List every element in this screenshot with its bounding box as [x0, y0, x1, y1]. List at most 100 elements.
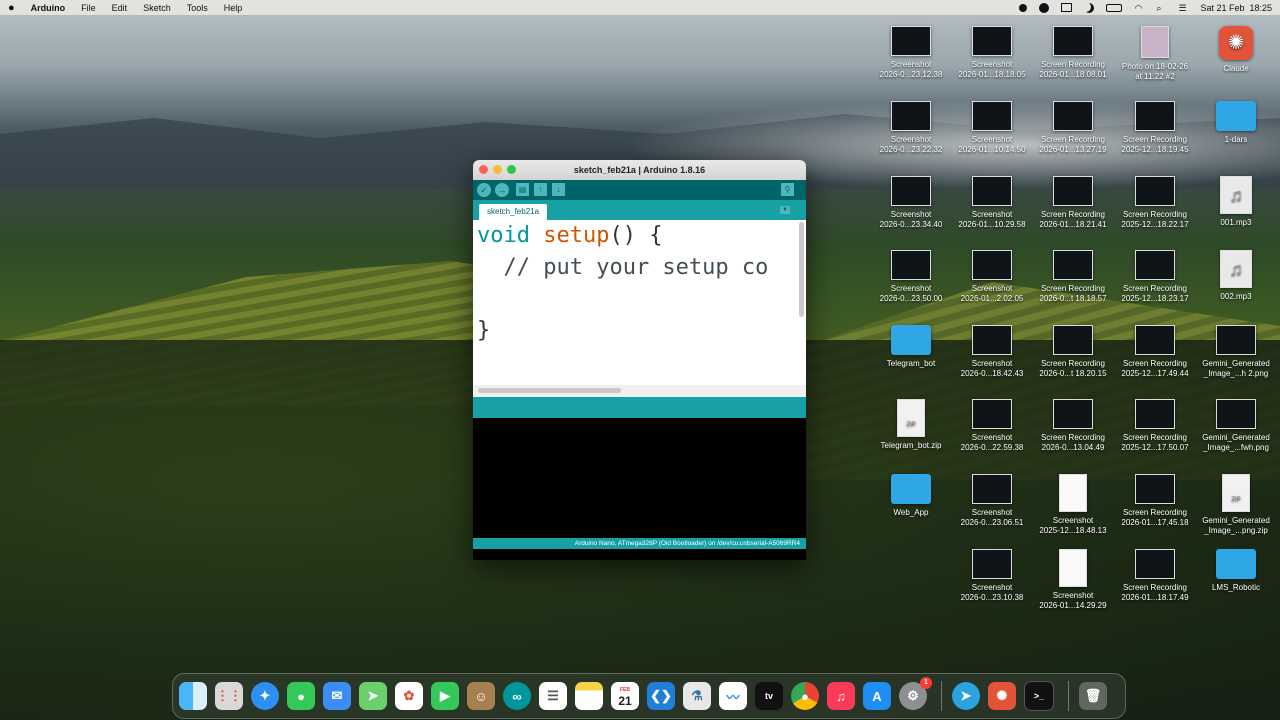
- moon-icon[interactable]: [1084, 3, 1094, 13]
- battery-icon[interactable]: [1106, 3, 1123, 12]
- system-settings-icon[interactable]: ⚙ 1: [899, 677, 932, 710]
- desktop-file-icon[interactable]: Screen Recording 2026-0...13.04.49: [1033, 399, 1113, 453]
- facetime-icon[interactable]: ▶: [431, 682, 459, 710]
- desktop-file-icon[interactable]: Screenshot 2026-0...18.42.43: [952, 325, 1032, 379]
- file-name: Screenshot: [971, 508, 1013, 517]
- verify-button[interactable]: ✓: [477, 183, 491, 197]
- desktop-file-icon[interactable]: Screenshot 2026-01...10.29.58: [952, 176, 1032, 230]
- photos-icon[interactable]: ✿: [395, 682, 423, 710]
- app-store-icon[interactable]: A: [863, 682, 891, 710]
- desktop-file-icon[interactable]: Web_App: [871, 474, 951, 518]
- desktop-file-icon[interactable]: ✺ Claude: [1196, 26, 1276, 74]
- mail-icon[interactable]: ✉: [323, 682, 351, 710]
- menu-file[interactable]: File: [73, 3, 104, 13]
- desktop-file-icon[interactable]: LMS_Robotic: [1196, 549, 1276, 593]
- file-thumbnail-icon: [1053, 325, 1093, 355]
- desktop-file-icon[interactable]: Gemini_Generated _Image_...h 2.png: [1196, 325, 1276, 379]
- desktop-file-icon[interactable]: Screenshot 2026-0...23.22.32: [871, 101, 951, 155]
- window-titlebar[interactable]: sketch_feb21a | Arduino 1.8.16: [473, 160, 806, 180]
- app-menu[interactable]: Arduino: [23, 3, 74, 13]
- zoom-button[interactable]: [507, 165, 516, 174]
- desktop-file-icon[interactable]: Screen Recording 2025-12...18.19.45: [1115, 101, 1195, 155]
- desktop-file-icon[interactable]: Screen Recording 2026-01...18.17.49: [1115, 549, 1195, 603]
- control-center-icon[interactable]: ☰: [1178, 3, 1188, 13]
- trash-icon[interactable]: 🗑: [1079, 682, 1107, 710]
- desktop-file-icon[interactable]: ZIP Telegram_bot.zip: [871, 399, 951, 451]
- tab-menu-button[interactable]: ▼: [780, 206, 790, 214]
- chrome-icon[interactable]: ●: [791, 682, 819, 710]
- desktop-file-icon[interactable]: Screen Recording 2026-01...18.08.01: [1033, 26, 1113, 80]
- desktop-file-icon[interactable]: Screenshot 2026-0...23.34.40: [871, 176, 951, 230]
- desktop-file-icon[interactable]: Screenshot 2026-0...23.50.00: [871, 250, 951, 304]
- desktop-file-icon[interactable]: Screenshot 2026-0...23.10.38: [952, 549, 1032, 603]
- python-icon[interactable]: ⚗: [683, 682, 711, 710]
- menubar-clock[interactable]: Sat 21 Feb 18:25: [1200, 3, 1272, 13]
- search-icon[interactable]: ⌕: [1156, 3, 1166, 13]
- reminders-icon[interactable]: ☰: [539, 682, 567, 710]
- desktop-file-icon[interactable]: Screenshot 2026-01...14.29.29: [1033, 549, 1113, 611]
- music-icon[interactable]: ♫: [827, 682, 855, 710]
- open-sketch-button[interactable]: ↑: [534, 183, 547, 196]
- file-name: Screenshot: [1052, 516, 1094, 525]
- desktop-file-icon[interactable]: Photo on 18-02-26 at 11.22 #2: [1115, 26, 1195, 82]
- horizontal-scroll-thumb[interactable]: [478, 388, 621, 393]
- screen-mirror-icon[interactable]: [1061, 3, 1073, 12]
- terminal-icon[interactable]: >_: [1024, 681, 1054, 711]
- messages-icon[interactable]: ●: [287, 682, 315, 710]
- desktop-file-icon[interactable]: Screen Recording 2025-12...17.49.44: [1115, 325, 1195, 379]
- safari-icon[interactable]: ✦: [251, 682, 279, 710]
- console-output[interactable]: [473, 418, 806, 538]
- launchpad-icon[interactable]: ⋮⋮: [215, 682, 243, 710]
- desktop-file-icon[interactable]: Screen Recording 2025-12...18.22.17: [1115, 176, 1195, 230]
- desktop-file-icon[interactable]: Screenshot 2026-01...2.02.05: [952, 250, 1032, 304]
- maps-icon[interactable]: ➤: [359, 682, 387, 710]
- freeform-icon[interactable]: 〰: [719, 682, 747, 710]
- desktop-file-icon[interactable]: Screenshot 2026-0...23.06.51: [952, 474, 1032, 528]
- desktop-file-icon[interactable]: Screenshot 2026-01...18.18.05: [952, 26, 1032, 80]
- editor-horizontal-scrollbar[interactable]: [473, 385, 806, 397]
- menu-tools[interactable]: Tools: [179, 3, 216, 13]
- calendar-icon[interactable]: FEB 21: [611, 682, 639, 710]
- menu-edit[interactable]: Edit: [104, 3, 136, 13]
- record-icon[interactable]: [1019, 3, 1028, 12]
- desktop-file-icon[interactable]: Screen Recording 2026-01...13.27.19: [1033, 101, 1113, 155]
- desktop-file-icon[interactable]: ♫ 001.mp3: [1196, 176, 1276, 228]
- menu-sketch[interactable]: Sketch: [135, 3, 179, 13]
- desktop-file-icon[interactable]: Screen Recording 2026-01...18.21.41: [1033, 176, 1113, 230]
- wifi-icon[interactable]: ◠: [1134, 3, 1144, 13]
- desktop-file-icon[interactable]: 1-dars: [1196, 101, 1276, 145]
- tab-sketch[interactable]: sketch_feb21a: [479, 204, 548, 220]
- desktop-file-icon[interactable]: Telegram_bot: [871, 325, 951, 369]
- desktop-file-icon[interactable]: Gemini_Generated _Image_...fwh.png: [1196, 399, 1276, 453]
- desktop-file-icon[interactable]: Screenshot 2026-01...10.14.50: [952, 101, 1032, 155]
- desktop-file-icon[interactable]: ZIP Gemini_Generated _Image_...png.zip: [1196, 474, 1276, 536]
- minimize-button[interactable]: [493, 165, 502, 174]
- contacts-icon[interactable]: ☺: [467, 682, 495, 710]
- desktop-file-icon[interactable]: Screen Recording 2025-12...18.23.17: [1115, 250, 1195, 304]
- apple-menu-icon[interactable]: ●: [0, 2, 23, 14]
- desktop-file-icon[interactable]: Screen Recording 2026-01...17.45.18: [1115, 474, 1195, 528]
- upload-button[interactable]: →: [495, 183, 509, 197]
- editor-vertical-scrollbar[interactable]: [799, 222, 804, 317]
- save-sketch-button[interactable]: ↓: [552, 183, 565, 196]
- notes-icon[interactable]: [575, 682, 603, 710]
- telegram-dock-icon[interactable]: ➤: [952, 682, 980, 710]
- finder-icon[interactable]: [179, 682, 207, 710]
- desktop-file-icon[interactable]: Screenshot 2026-0...23.12.38: [871, 26, 951, 80]
- desktop-file-icon[interactable]: Screenshot 2025-12...18.48.13: [1033, 474, 1113, 536]
- claude-dock-icon[interactable]: ✺: [988, 682, 1016, 710]
- new-sketch-button[interactable]: ▤: [516, 183, 529, 196]
- close-button[interactable]: [479, 165, 488, 174]
- arduino-icon[interactable]: ∞: [503, 682, 531, 710]
- telegram-icon[interactable]: [1039, 2, 1050, 13]
- vscode-icon[interactable]: ❮❯: [647, 682, 675, 710]
- code-editor[interactable]: void setup() { // put your setup co }: [473, 220, 806, 385]
- desktop-file-icon[interactable]: Screen Recording 2025-12...17.50.07: [1115, 399, 1195, 453]
- desktop-file-icon[interactable]: ♫ 002.mp3: [1196, 250, 1276, 302]
- desktop-file-icon[interactable]: Screenshot 2026-0...22.59.38: [952, 399, 1032, 453]
- menu-help[interactable]: Help: [216, 3, 251, 13]
- apple-tv-icon[interactable]: tv: [755, 682, 783, 710]
- desktop-file-icon[interactable]: Screen Recording 2026-0...t 18.20.15: [1033, 325, 1113, 379]
- desktop-file-icon[interactable]: Screen Recording 2026-0...t 18.18.57: [1033, 250, 1113, 304]
- serial-monitor-button[interactable]: ⚲: [781, 183, 794, 196]
